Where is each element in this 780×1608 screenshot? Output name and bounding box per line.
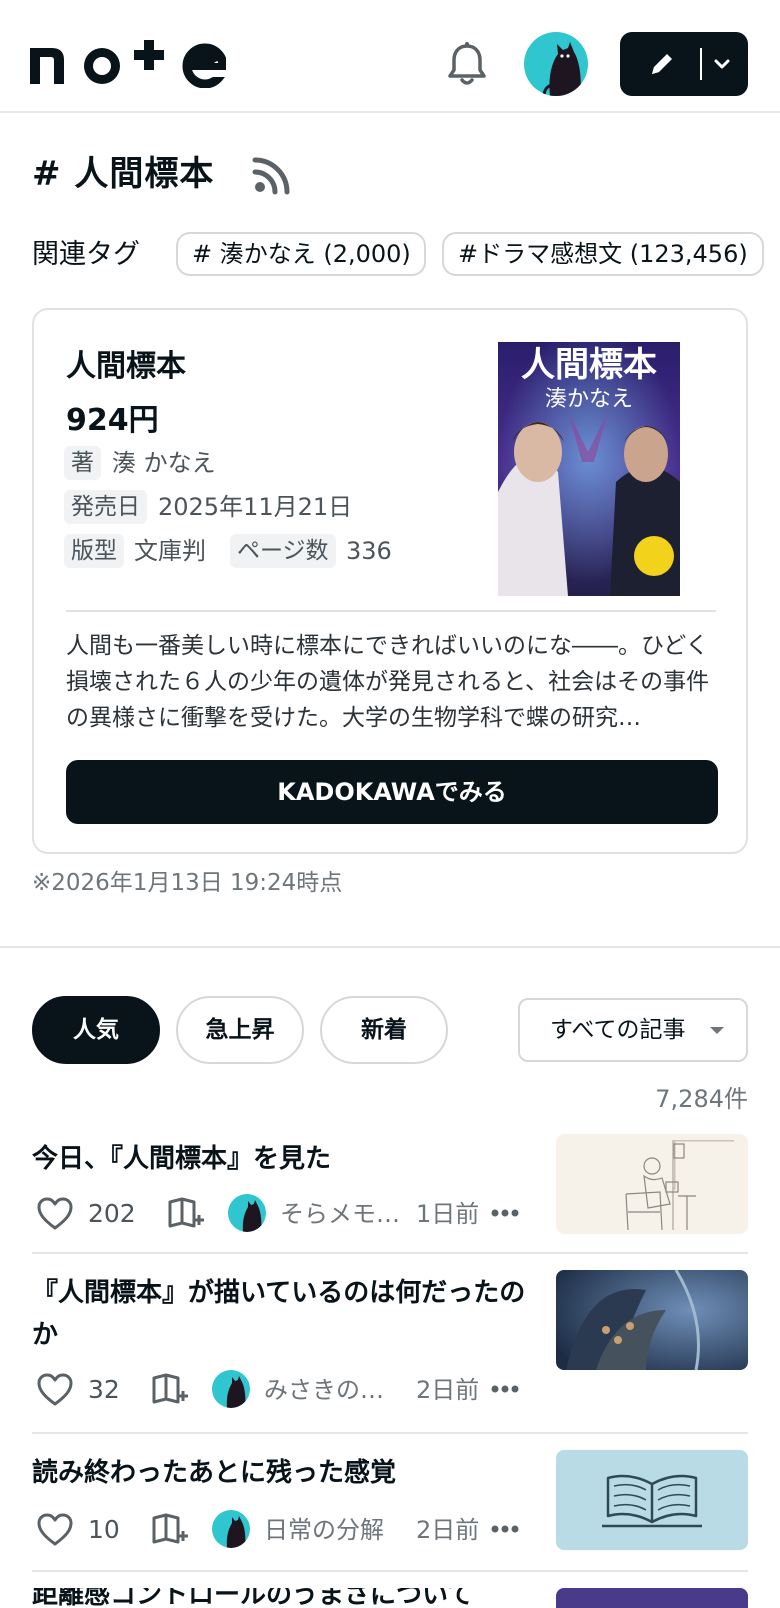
post-time: 2日前 (416, 1516, 480, 1544)
like-count: 10 (88, 1515, 120, 1544)
bell-icon[interactable] (444, 40, 490, 88)
related-tags-label: 関連タグ (32, 239, 140, 270)
article-title[interactable]: 距離感コントロールのうまさについて (32, 1588, 542, 1608)
page-title: # 人間標本 (32, 154, 215, 194)
article-title[interactable]: 今日、『人間標本』を見た (32, 1138, 542, 1180)
book-divider (66, 610, 716, 612)
book-title: 人間標本 (66, 349, 186, 384)
app-header (0, 0, 780, 113)
article-thumbnail[interactable] (556, 1270, 748, 1370)
article-meta: 32 みさきの… 2日前 (32, 1370, 542, 1410)
author-avatar[interactable] (212, 1370, 250, 1408)
more-options-icon[interactable] (490, 1384, 520, 1394)
tab-popular[interactable]: 人気 (32, 996, 160, 1064)
book-cover[interactable]: 人間標本 湊かなえ (498, 342, 680, 596)
article-thumbnail[interactable] (556, 1450, 748, 1550)
caret-down-icon (710, 1027, 724, 1034)
more-options-icon[interactable] (490, 1208, 520, 1218)
post-button-divider (700, 48, 702, 80)
magazine-add-icon[interactable] (166, 1196, 206, 1232)
heart-icon[interactable] (36, 1512, 74, 1548)
pages-label: ページ数 (230, 534, 336, 568)
author-name[interactable]: そらメモ… (280, 1194, 400, 1234)
kadokawa-button[interactable]: KADOKAWAでみる (66, 760, 718, 824)
book-format: 文庫判 (134, 537, 206, 565)
row-divider (32, 1252, 748, 1254)
rss-icon[interactable] (250, 155, 292, 197)
post-button[interactable] (620, 32, 748, 96)
row-divider (32, 1570, 748, 1572)
post-time: 1日前 (416, 1200, 480, 1228)
article-count: 7,284件 (655, 1085, 748, 1113)
cover-title: 人間標本 (521, 346, 657, 384)
related-tag-chip[interactable]: #ドラマ感想文 (123,456) (442, 232, 764, 276)
book-price: 924円 (66, 403, 159, 438)
heart-icon[interactable] (36, 1196, 74, 1232)
author-avatar[interactable] (228, 1194, 266, 1232)
as-of-timestamp: ※2026年1月13日 19:24時点 (32, 870, 343, 896)
author-avatar[interactable] (212, 1510, 250, 1548)
list-item[interactable]: 読み終わったあとに残った感覚 10 日常の分解 2日前 (32, 1450, 748, 1588)
article-filter-select[interactable]: すべての記事 (518, 998, 748, 1062)
book-author: 湊 かなえ (112, 449, 216, 477)
article-title[interactable]: 読み終わったあとに残った感覚 (32, 1452, 542, 1494)
release-label: 発売日 (64, 490, 147, 524)
list-item[interactable]: 今日、『人間標本』を見た 202 そらメモ… 1日前 (32, 1134, 748, 1272)
like-count: 32 (88, 1375, 120, 1404)
cover-author: 湊かなえ (545, 386, 633, 411)
section-divider (0, 946, 780, 948)
article-title[interactable]: 『人間標本』が描いているのは何だったのか (32, 1272, 542, 1356)
like-count: 202 (88, 1199, 136, 1228)
related-tag-chip[interactable]: # 湊かなえ (2,000) (176, 232, 426, 276)
author-name[interactable]: 日常の分解 (264, 1510, 384, 1550)
magazine-add-icon[interactable] (150, 1372, 190, 1408)
article-thumbnail[interactable] (556, 1134, 748, 1234)
post-time: 2日前 (416, 1376, 480, 1404)
book-pages: 336 (346, 537, 392, 565)
author-label: 著 (64, 446, 101, 480)
magazine-add-icon[interactable] (150, 1512, 190, 1548)
note-logo[interactable] (30, 40, 226, 88)
author-name[interactable]: みさきの… (264, 1370, 384, 1410)
tab-new[interactable]: 新着 (320, 996, 448, 1064)
heart-icon[interactable] (36, 1372, 74, 1408)
article-meta: 10 日常の分解 2日前 (32, 1510, 542, 1550)
list-item[interactable]: 距離感コントロールのうまさについて (32, 1588, 748, 1608)
article-meta: 202 そらメモ… 1日前 (32, 1194, 542, 1234)
book-description: 人間も一番美しい時に標本にできればいいのにな――。ひどく損壊された６人の少年の遺… (66, 633, 710, 731)
chevron-down-icon[interactable] (712, 54, 732, 74)
more-options-icon[interactable] (490, 1524, 520, 1534)
pencil-icon (652, 54, 672, 74)
format-label: 版型 (64, 534, 124, 568)
article-thumbnail[interactable] (556, 1588, 748, 1608)
list-item[interactable]: 『人間標本』が描いているのは何だったのか 32 みさきの… 2日前 (32, 1270, 748, 1450)
article-filter-value: すべての記事 (550, 1017, 686, 1043)
tab-trending[interactable]: 急上昇 (176, 996, 304, 1064)
book-card: 人間標本 924円 著 湊 かなえ 発売日 2025年11月21日 版型 文庫判… (32, 308, 748, 854)
book-release-date: 2025年11月21日 (158, 493, 353, 521)
row-divider (32, 1432, 748, 1434)
cat-avatar-icon[interactable] (524, 32, 588, 96)
